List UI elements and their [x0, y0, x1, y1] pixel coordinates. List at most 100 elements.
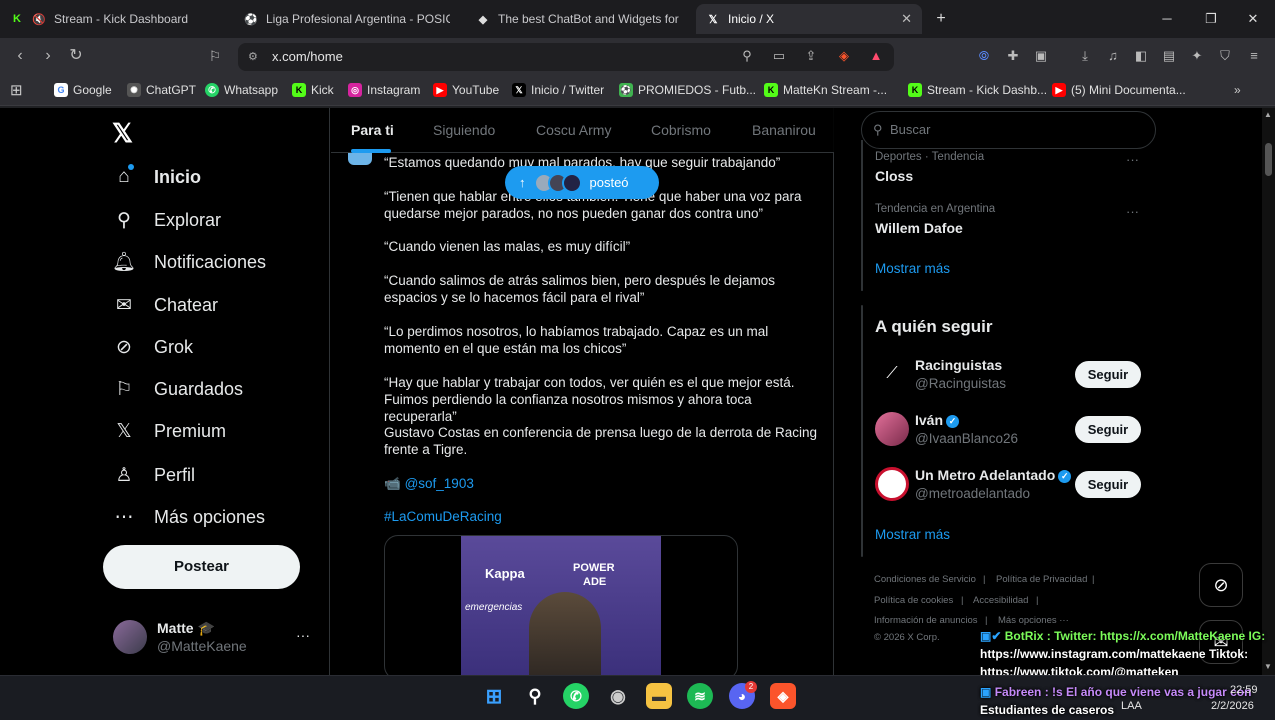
show-more-follow[interactable]: Mostrar más: [875, 527, 950, 542]
scroll-up-icon[interactable]: ▲: [1264, 110, 1272, 119]
clock-time[interactable]: 22:59: [1230, 684, 1258, 696]
brave-icon[interactable]: ◈: [770, 683, 796, 709]
wallet-icon[interactable]: ▤: [1159, 46, 1179, 66]
tab-para-ti[interactable]: Para ti: [351, 122, 394, 138]
tab-liga-profesional[interactable]: ⚽ Liga Profesional Argentina - POSICIO: [234, 4, 460, 34]
cast-icon[interactable]: ▭: [769, 46, 789, 66]
avatar[interactable]: ⟋: [875, 357, 909, 391]
new-posts-pill[interactable]: ↑ posteó: [505, 166, 659, 199]
scrollbar[interactable]: [1262, 108, 1275, 675]
footer-ads[interactable]: Información de anuncios: [874, 615, 978, 626]
account-menu-icon[interactable]: ···: [296, 627, 310, 643]
tab-bananirou[interactable]: Bananirou: [752, 122, 816, 138]
bookmark-icon[interactable]: ⚐: [204, 45, 226, 67]
footer-terms[interactable]: Condiciones de Servicio: [874, 574, 976, 585]
bookmark-promiedos[interactable]: ⚽ PROMIEDOS - Futb...: [619, 81, 756, 99]
brave-shields-icon[interactable]: ◈: [834, 46, 854, 66]
windows-start-icon[interactable]: ⊞: [481, 683, 507, 709]
music-icon[interactable]: ♫: [1103, 46, 1123, 66]
more-bookmarks-icon[interactable]: »: [1234, 81, 1241, 99]
footer-more[interactable]: Más opciones ···: [998, 615, 1069, 626]
bookmark-instagram[interactable]: ◎ Instagram: [348, 81, 420, 99]
bookmark-mattekn-stream[interactable]: K MatteKn Stream -...: [764, 81, 887, 99]
trend-more-icon[interactable]: ···: [1126, 204, 1139, 219]
url-field[interactable]: ⚙ x.com/home: [238, 43, 894, 71]
leo-icon[interactable]: ⦾: [974, 46, 994, 66]
apps-grid-icon[interactable]: ⊞: [10, 81, 23, 99]
forward-icon[interactable]: ›: [37, 45, 59, 67]
muted-icon[interactable]: 🔇: [32, 12, 46, 26]
mention-link[interactable]: @sof_1903: [405, 476, 474, 491]
reader-icon[interactable]: ▣: [1031, 46, 1051, 66]
share-icon[interactable]: ⇪: [801, 46, 821, 66]
scroll-down-icon[interactable]: ▼: [1264, 662, 1272, 671]
post-button[interactable]: Postear: [103, 545, 300, 589]
follow-name[interactable]: Racinguistas: [915, 357, 1002, 373]
trend-name[interactable]: Closs: [875, 168, 913, 184]
nav-explorar[interactable]: ⚲ Explorar: [112, 205, 221, 235]
tab-kick-dashboard[interactable]: K 🔇 Stream - Kick Dashboard: [0, 4, 230, 34]
reload-icon[interactable]: ↻: [65, 45, 87, 67]
obs-icon[interactable]: ◉: [605, 683, 631, 709]
menu-icon[interactable]: ≡: [1244, 46, 1264, 66]
grok-fab-icon[interactable]: ⊘: [1199, 563, 1243, 607]
footer-cookies[interactable]: Política de cookies: [874, 595, 953, 606]
sidebar-icon[interactable]: ◧: [1131, 46, 1151, 66]
ai-icon[interactable]: ✦: [1187, 46, 1207, 66]
clock-date[interactable]: 2/2/2026: [1211, 700, 1254, 712]
nav-perfil[interactable]: ♙ Perfil: [112, 460, 195, 490]
bookmark-kick-dashboard[interactable]: K Stream - Kick Dashb...: [908, 81, 1047, 99]
bookmark-chatgpt[interactable]: ✺ ChatGPT: [127, 81, 196, 99]
nav-premium[interactable]: 𝕏 Premium: [112, 416, 226, 446]
hashtag-link[interactable]: #LaComuDeRacing: [384, 508, 502, 525]
nav-mas-opciones[interactable]: ⋯ Más opciones: [112, 502, 266, 532]
follow-name[interactable]: Iván ✓: [915, 412, 960, 428]
search-input[interactable]: ⚲ Buscar: [861, 111, 1156, 149]
x-logo-icon[interactable]: 𝕏: [112, 118, 133, 149]
zoom-icon[interactable]: ⚲: [737, 46, 757, 66]
tab-siguiendo[interactable]: Siguiendo: [433, 122, 495, 138]
language-indicator[interactable]: LAA: [1121, 700, 1142, 712]
scrollbar-thumb[interactable]: [1265, 143, 1272, 176]
back-icon[interactable]: ‹: [9, 45, 31, 67]
trend-more-icon[interactable]: ···: [1126, 152, 1139, 167]
nav-chatear[interactable]: ✉ Chatear: [112, 290, 218, 320]
extensions-icon[interactable]: ✚: [1003, 46, 1023, 66]
folder-icon[interactable]: ▬: [646, 683, 672, 709]
brave-rewards-icon[interactable]: ▲: [866, 46, 886, 66]
avatar[interactable]: [875, 467, 909, 501]
avatar[interactable]: [113, 620, 147, 654]
footer-access[interactable]: Accesibilidad: [973, 595, 1028, 606]
maximize-button[interactable]: ❐: [1196, 8, 1226, 30]
nav-guardados[interactable]: ⚐ Guardados: [112, 374, 243, 404]
avatar[interactable]: [875, 412, 909, 446]
site-settings-icon[interactable]: ⚙: [248, 43, 258, 71]
nav-inicio[interactable]: ⌂ Inicio: [112, 162, 201, 192]
bookmark-youtube[interactable]: ▶ YouTube: [433, 81, 499, 99]
minimize-button[interactable]: ─: [1152, 8, 1182, 30]
nav-grok[interactable]: ⊘ Grok: [112, 332, 193, 362]
follow-name[interactable]: Un Metro Adelantado ✓: [915, 467, 1072, 483]
bookmark-google[interactable]: G Google: [54, 81, 112, 99]
follow-button[interactable]: Seguir: [1075, 471, 1141, 498]
close-window-button[interactable]: ✕: [1238, 8, 1268, 30]
bookmark-mini-documental[interactable]: ▶ (5) Mini Documenta...: [1052, 81, 1186, 99]
vpn-icon[interactable]: ⛉: [1215, 46, 1235, 66]
download-icon[interactable]: ⤓: [1075, 46, 1095, 66]
close-tab-icon[interactable]: ✕: [901, 11, 912, 27]
show-more-trends[interactable]: Mostrar más: [875, 261, 950, 276]
tab-chatbot-widgets[interactable]: ◆ The best ChatBot and Widgets for Ki: [466, 4, 692, 34]
tab-cobrismo[interactable]: Cobrismo: [651, 122, 711, 138]
trend-name[interactable]: Willem Dafoe: [875, 220, 963, 236]
new-tab-button[interactable]: +: [926, 8, 956, 30]
search-icon[interactable]: ⚲: [522, 683, 548, 709]
follow-button[interactable]: Seguir: [1075, 361, 1141, 388]
bookmark-whatsapp[interactable]: ✆ Whatsapp: [205, 81, 278, 99]
footer-privacy[interactable]: Política de Privacidad: [996, 574, 1087, 585]
post-media[interactable]: Kappa POWER ADE emergencias: [384, 535, 738, 680]
bookmark-kick[interactable]: K Kick: [292, 81, 334, 99]
tab-inicio-x[interactable]: 𝕏 Inicio / X ✕: [696, 4, 922, 34]
whatsapp-icon[interactable]: ✆: [563, 683, 589, 709]
tab-coscu-army[interactable]: Coscu Army: [536, 122, 611, 138]
author-avatar[interactable]: [348, 153, 372, 165]
